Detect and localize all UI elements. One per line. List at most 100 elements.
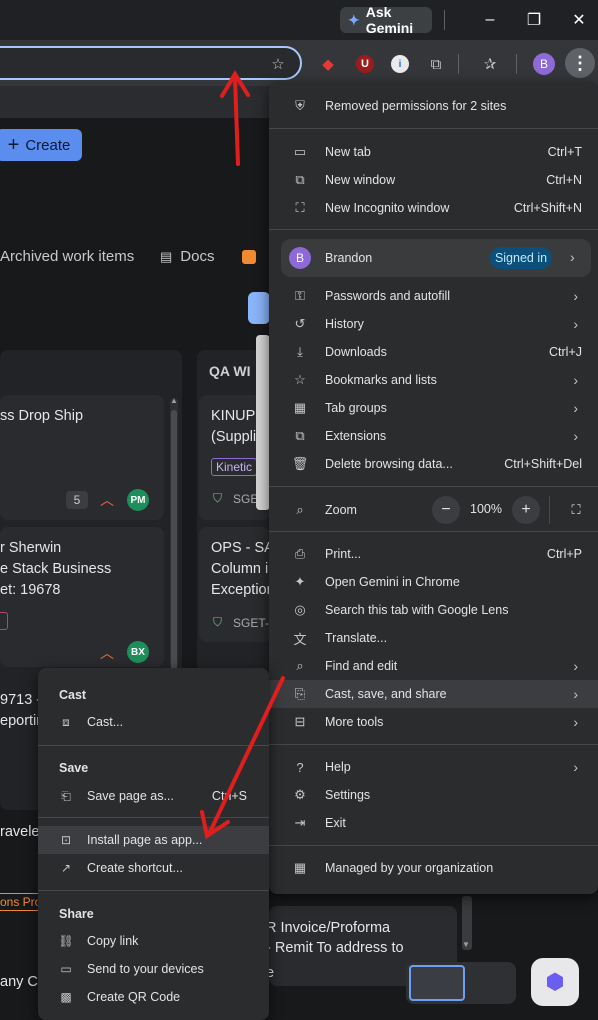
menu-item-print[interactable]: ⎙ Print... Ctrl+P xyxy=(269,540,598,568)
menu-item-new-tab[interactable]: ▭ New tab Ctrl+T xyxy=(269,138,598,166)
managed-by-org[interactable]: ▦ Managed by your organization xyxy=(269,854,598,882)
print-icon: ⎙ xyxy=(294,546,306,561)
menu-item-find-and-edit[interactable]: ⌕ Find and edit › xyxy=(269,652,598,680)
zoom-out-button[interactable]: − xyxy=(432,496,460,524)
submenu-item-create-shortcut[interactable]: ↗ Create shortcut... xyxy=(38,854,269,882)
minimap-viewport[interactable] xyxy=(409,965,465,1001)
page-button-fragment[interactable] xyxy=(248,292,270,324)
submenu-item-cast[interactable]: ⧈ Cast... xyxy=(38,708,269,736)
submenu-item-copy-link[interactable]: ⛓ Copy link xyxy=(38,927,269,955)
chevron-right-icon: › xyxy=(573,714,578,730)
menu-item-exit[interactable]: ⇥ Exit xyxy=(269,809,598,837)
card-title: ss Drop Ship xyxy=(0,408,84,424)
menu-divider xyxy=(269,531,598,532)
menu-item-label: Cast, save, and share xyxy=(325,687,447,701)
notice-label: Removed permissions for 2 sites xyxy=(325,99,507,113)
menu-item-google-lens[interactable]: ◎ Search this tab with Google Lens xyxy=(269,596,598,624)
qr-code-icon: ▩ xyxy=(60,990,72,1004)
assignee-avatar[interactable]: BX xyxy=(127,641,149,663)
minimize-icon[interactable]: – xyxy=(478,8,502,32)
menu-item-help[interactable]: ? Help › xyxy=(269,753,598,781)
submenu-item-install-app[interactable]: ⊡ Install page as app... xyxy=(38,826,269,854)
tab-docs[interactable]: ▤ Docs xyxy=(160,248,214,265)
scrollbar-thumb[interactable] xyxy=(256,335,270,510)
bookmarks-star-icon[interactable]: ✰ xyxy=(478,52,502,76)
trash-icon: 🗑 xyxy=(291,456,309,471)
menu-item-history[interactable]: ↺ History › xyxy=(269,310,598,338)
bookmark-star-icon[interactable]: ☆ xyxy=(266,52,290,76)
menu-item-bookmarks[interactable]: ☆ Bookmarks and lists › xyxy=(269,366,598,394)
menu-item-more-tools[interactable]: ⊟ More tools › xyxy=(269,708,598,736)
zoom-value: 100% xyxy=(470,502,502,516)
profile-avatar[interactable]: B xyxy=(533,53,555,75)
removed-permissions-notice[interactable]: ⛨ Removed permissions for 2 sites xyxy=(269,92,598,120)
menu-item-label: More tools xyxy=(325,715,384,729)
submenu-header-share: Share xyxy=(59,907,94,921)
zoom-divider xyxy=(549,496,550,524)
extension-shield-icon[interactable]: i xyxy=(388,52,412,76)
title-bar xyxy=(0,0,598,40)
submenu-item-label: Send to your devices xyxy=(87,962,204,976)
extension-red-arrow-icon[interactable]: ◆ xyxy=(316,52,340,76)
menu-item-tab-groups[interactable]: ▦ Tab groups › xyxy=(269,394,598,422)
restore-icon[interactable]: ❐ xyxy=(522,8,546,32)
assignee-avatar[interactable]: PM xyxy=(127,489,149,511)
create-button[interactable]: + Create xyxy=(0,129,82,161)
menu-item-label: Exit xyxy=(325,816,346,830)
menu-divider xyxy=(269,744,598,745)
card-title: KINUP (Suppli xyxy=(211,408,257,445)
menu-item-label: Translate... xyxy=(325,631,388,645)
shortcut-icon: ↗ xyxy=(60,861,72,875)
address-bar[interactable] xyxy=(0,46,302,80)
ublock-icon[interactable]: U xyxy=(353,52,377,76)
create-label: Create xyxy=(25,136,71,154)
submenu-item-qr-code[interactable]: ▩ Create QR Code xyxy=(38,983,269,1011)
menu-item-cast-save-share[interactable]: ⎘ Cast, save, and share › xyxy=(269,680,598,708)
menu-item-new-incognito-window[interactable]: ⛶ New Incognito window Ctrl+Shift+N xyxy=(269,194,598,222)
signed-in-badge: Signed in xyxy=(490,247,552,269)
chevron-right-icon: › xyxy=(570,249,575,265)
card-title: R Invoice/Proforma xyxy=(266,920,391,936)
menu-item-downloads[interactable]: ⤓ Downloads Ctrl+J xyxy=(269,338,598,366)
menu-item-open-gemini[interactable]: ✦ Open Gemini in Chrome xyxy=(269,568,598,596)
zoom-in-button[interactable]: + xyxy=(512,496,540,524)
zoom-label: Zoom xyxy=(325,503,357,517)
menu-item-extensions[interactable]: ⧉ Extensions › xyxy=(269,422,598,450)
card-title: ravele xyxy=(0,824,40,840)
menu-divider xyxy=(269,486,598,487)
scroll-down-icon[interactable]: ▼ xyxy=(462,940,470,949)
menu-item-delete-browsing-data[interactable]: 🗑 Delete browsing data... Ctrl+Shift+Del xyxy=(269,450,598,478)
submenu-item-send-to-devices[interactable]: ▭ Send to your devices xyxy=(38,955,269,983)
scroll-up-icon[interactable]: ▲ xyxy=(170,396,178,405)
menu-item-label: Search this tab with Google Lens xyxy=(325,603,509,617)
chevron-right-icon: › xyxy=(573,759,578,775)
submenu-item-label: Create shortcut... xyxy=(87,861,183,875)
chevron-right-icon: › xyxy=(573,316,578,332)
fullscreen-icon[interactable]: ⛶ xyxy=(562,496,590,524)
ask-gemini-button[interactable]: ✦ Ask Gemini xyxy=(340,4,432,36)
install-app-icon: ⊡ xyxy=(60,833,72,847)
menu-item-new-window[interactable]: ⧉ New window Ctrl+N xyxy=(269,166,598,194)
tab-archived-work-items[interactable]: Archived work items xyxy=(0,248,134,265)
copilot-icon: ⬢ xyxy=(545,969,565,994)
card-tag: Kinetic xyxy=(211,458,258,476)
menu-item-settings[interactable]: ⚙ Settings xyxy=(269,781,598,809)
help-icon: ? xyxy=(296,759,304,775)
more-menu-icon[interactable]: ⋮ xyxy=(565,48,595,78)
submenu-header-save: Save xyxy=(59,761,89,775)
column-scrollbar-thumb[interactable] xyxy=(171,410,177,670)
menu-shortcut: Ctrl+Shift+Del xyxy=(504,457,582,471)
menu-item-translate[interactable]: 文 Translate... xyxy=(269,624,598,652)
submenu-item-save-page[interactable]: ⎗ Save page as... Ctrl+S xyxy=(38,782,269,810)
link-icon: ⛓ xyxy=(58,934,74,948)
menu-item-label: Passwords and autofill xyxy=(325,289,451,303)
tab-groups-icon: ▦ xyxy=(293,400,307,415)
submenu-item-label: Create QR Code xyxy=(87,990,181,1004)
menu-item-label: New window xyxy=(325,173,396,187)
card-title: r Sherwin e Stack Business et: 19678 xyxy=(0,540,112,598)
close-icon[interactable]: ✕ xyxy=(567,8,591,32)
toolbar-divider xyxy=(516,54,517,74)
copilot-button[interactable]: ⬢ xyxy=(531,958,579,1006)
menu-item-passwords[interactable]: ⚿ Passwords and autofill › xyxy=(269,282,598,310)
extensions-puzzle-icon[interactable]: ⧉ xyxy=(424,52,448,76)
